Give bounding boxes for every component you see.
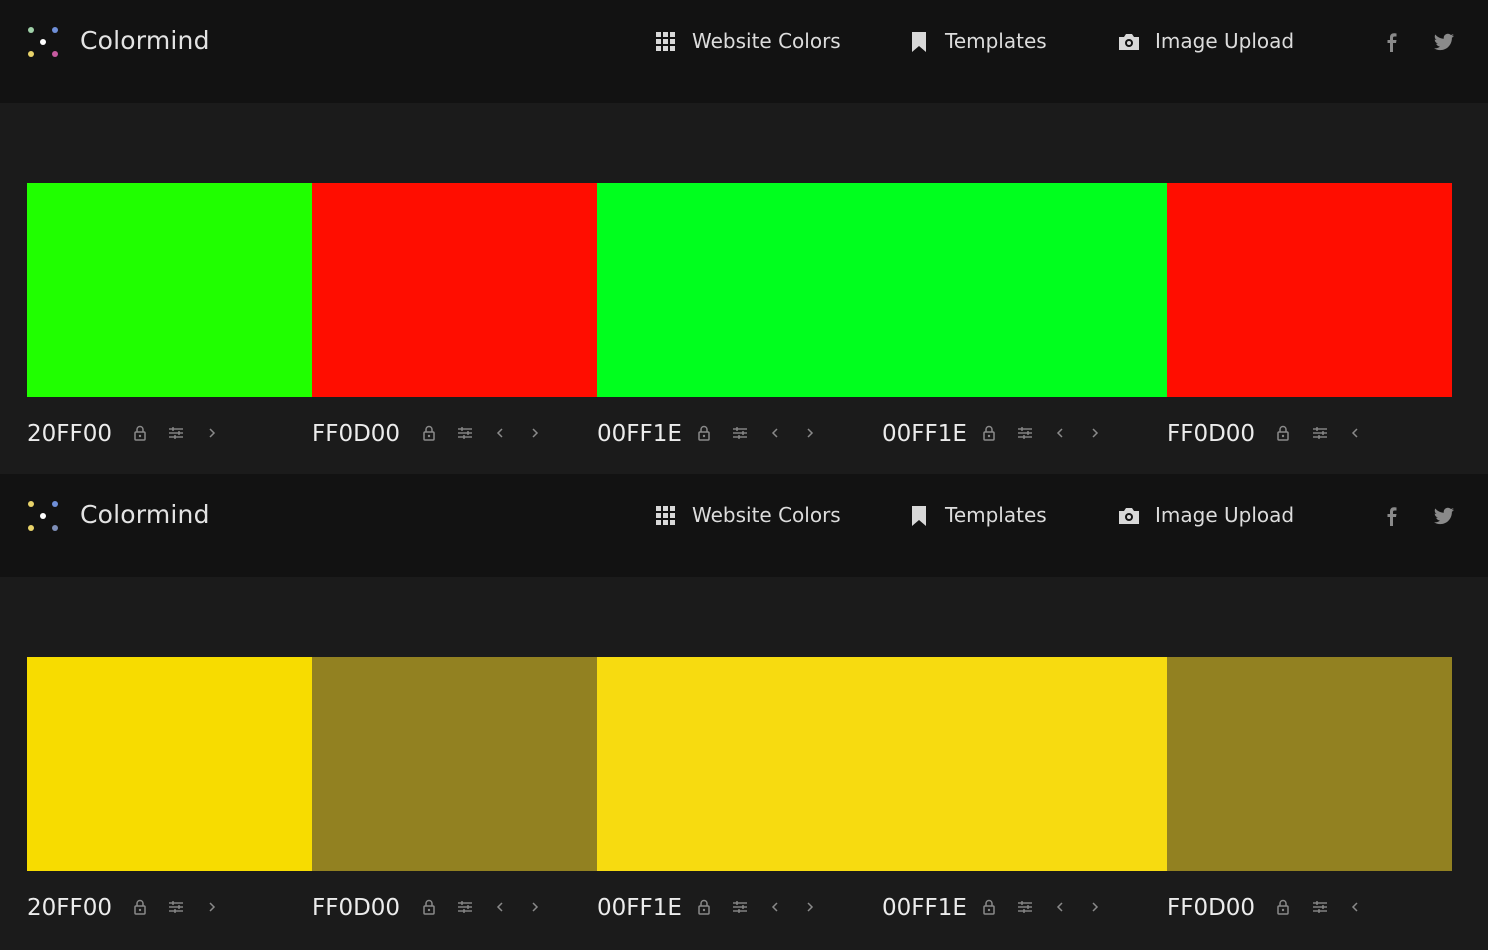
color-swatch[interactable] — [27, 657, 312, 871]
swatch-toolbar: 00FF1E — [882, 418, 1152, 452]
hex-code[interactable]: 20FF00 — [27, 421, 112, 447]
hex-code[interactable]: 00FF1E — [882, 421, 967, 447]
brand-name[interactable]: Colormind — [80, 26, 210, 55]
nav-label: Image Upload — [1155, 503, 1295, 527]
bookmark-icon — [912, 506, 926, 526]
lock-icon[interactable] — [132, 425, 148, 441]
swatch-toolbar: FF0D00 — [1167, 892, 1437, 926]
chevron-left-icon[interactable] — [767, 425, 783, 441]
color-swatch[interactable] — [1167, 657, 1452, 871]
twitter-icon[interactable] — [1433, 31, 1455, 53]
lock-icon[interactable] — [132, 899, 148, 915]
lock-icon[interactable] — [981, 425, 997, 441]
sliders-icon[interactable] — [732, 425, 748, 441]
hex-code[interactable]: FF0D00 — [1167, 421, 1255, 447]
navbar: Colormind Website Colors Templates Image… — [0, 474, 1488, 577]
chevron-right-icon[interactable] — [802, 899, 818, 915]
lock-icon[interactable] — [421, 425, 437, 441]
swatch-toolbar: 20FF00 — [27, 892, 297, 926]
sliders-icon[interactable] — [457, 899, 473, 915]
camera-icon — [1119, 34, 1139, 50]
bookmark-icon — [912, 32, 926, 52]
sliders-icon[interactable] — [732, 899, 748, 915]
palette — [27, 657, 1452, 871]
lock-icon[interactable] — [1275, 899, 1291, 915]
hex-code[interactable]: 00FF1E — [882, 895, 967, 921]
facebook-icon[interactable] — [1382, 31, 1402, 53]
swatch-toolbar: FF0D00 — [312, 892, 582, 926]
hex-code[interactable]: FF0D00 — [312, 895, 400, 921]
chevron-right-icon[interactable] — [204, 425, 220, 441]
lock-icon[interactable] — [1275, 425, 1291, 441]
chevron-right-icon[interactable] — [204, 899, 220, 915]
panel-2: Colormind Website Colors Templates Image… — [0, 474, 1488, 950]
chevron-right-icon[interactable] — [1087, 425, 1103, 441]
chevron-left-icon[interactable] — [1347, 899, 1363, 915]
chevron-left-icon[interactable] — [1052, 899, 1068, 915]
navbar: Colormind Website Colors Templates Image… — [0, 0, 1488, 103]
swatch-toolbar: 20FF00 — [27, 418, 297, 452]
hex-code[interactable]: 00FF1E — [597, 895, 682, 921]
grid-icon — [656, 506, 675, 525]
chevron-left-icon[interactable] — [767, 899, 783, 915]
camera-icon — [1119, 508, 1139, 524]
facebook-icon[interactable] — [1382, 505, 1402, 527]
sliders-icon[interactable] — [1312, 899, 1328, 915]
nav-label: Templates — [945, 503, 1047, 527]
swatch-toolbar: FF0D00 — [312, 418, 582, 452]
sliders-icon[interactable] — [168, 425, 184, 441]
sliders-icon[interactable] — [168, 899, 184, 915]
nav-label: Image Upload — [1155, 29, 1295, 53]
swatch-toolbar: FF0D00 — [1167, 418, 1437, 452]
nav-label: Website Colors — [692, 29, 841, 53]
hex-code[interactable]: FF0D00 — [1167, 895, 1255, 921]
chevron-left-icon[interactable] — [1052, 425, 1068, 441]
panel-1: Colormind Website Colors Templates Image… — [0, 0, 1488, 474]
chevron-right-icon[interactable] — [527, 899, 543, 915]
color-swatch[interactable] — [312, 183, 597, 397]
brand-name[interactable]: Colormind — [80, 500, 210, 529]
lock-icon[interactable] — [981, 899, 997, 915]
color-swatch[interactable] — [597, 657, 1167, 871]
color-swatch[interactable] — [597, 183, 1167, 397]
colormind-logo-icon[interactable] — [26, 26, 62, 62]
sliders-icon[interactable] — [457, 425, 473, 441]
nav-label: Website Colors — [692, 503, 841, 527]
lock-icon[interactable] — [696, 425, 712, 441]
twitter-icon[interactable] — [1433, 505, 1455, 527]
chevron-left-icon[interactable] — [1347, 425, 1363, 441]
palette — [27, 183, 1452, 397]
chevron-right-icon[interactable] — [1087, 899, 1103, 915]
sliders-icon[interactable] — [1017, 425, 1033, 441]
lock-icon[interactable] — [421, 899, 437, 915]
color-swatch[interactable] — [312, 657, 597, 871]
swatch-toolbar: 00FF1E — [882, 892, 1152, 926]
color-swatch[interactable] — [27, 183, 312, 397]
hex-code[interactable]: FF0D00 — [312, 421, 400, 447]
nav-label: Templates — [945, 29, 1047, 53]
swatch-toolbar: 00FF1E — [597, 418, 867, 452]
chevron-left-icon[interactable] — [492, 425, 508, 441]
hex-code[interactable]: 20FF00 — [27, 895, 112, 921]
colormind-logo-icon[interactable] — [26, 500, 62, 536]
sliders-icon[interactable] — [1017, 899, 1033, 915]
color-swatch[interactable] — [1167, 183, 1452, 397]
grid-icon — [656, 32, 675, 51]
chevron-right-icon[interactable] — [527, 425, 543, 441]
hex-code[interactable]: 00FF1E — [597, 421, 682, 447]
lock-icon[interactable] — [696, 899, 712, 915]
chevron-left-icon[interactable] — [492, 899, 508, 915]
chevron-right-icon[interactable] — [802, 425, 818, 441]
sliders-icon[interactable] — [1312, 425, 1328, 441]
swatch-toolbar: 00FF1E — [597, 892, 867, 926]
